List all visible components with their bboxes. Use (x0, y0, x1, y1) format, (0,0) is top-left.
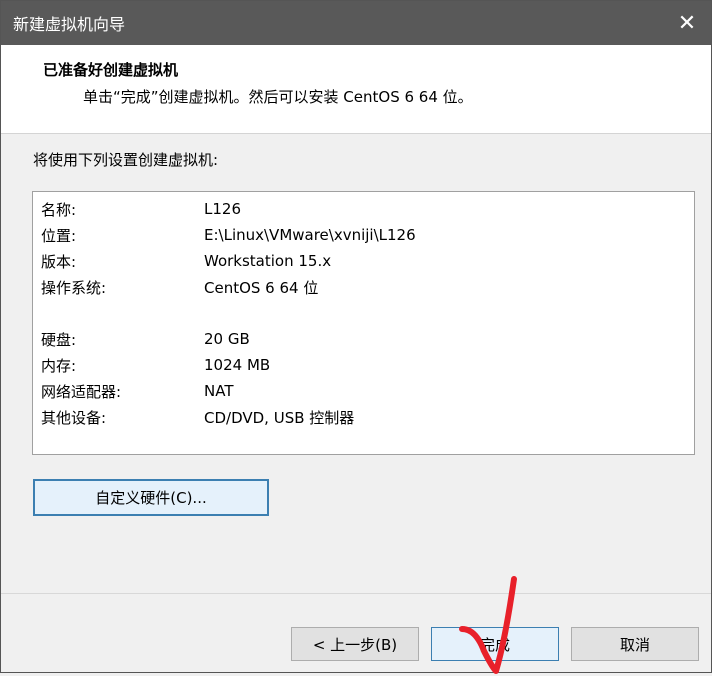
customize-hardware-button[interactable]: 自定义硬件(C)... (33, 479, 269, 516)
wizard-header: 已准备好创建虚拟机 单击“完成”创建虚拟机。然后可以安装 CentOS 6 64… (1, 45, 711, 134)
back-button[interactable]: < 上一步(B) (291, 627, 419, 661)
summary-row-version: 版本: Workstation 15.x (41, 248, 331, 274)
summary-key: 位置: (41, 226, 77, 245)
summary-key: 硬盘: (41, 330, 77, 349)
header-subtitle: 单击“完成”创建虚拟机。然后可以安装 CentOS 6 64 位。 (83, 88, 473, 106)
summary-row-os: 操作系统: CentOS 6 64 位 (41, 274, 318, 300)
summary-row-network: 网络适配器: NAT (41, 378, 233, 404)
summary-value: L126 (204, 200, 241, 218)
summary-value: Workstation 15.x (204, 252, 332, 270)
finish-button[interactable]: 完成 (431, 627, 559, 661)
summary-value: NAT (204, 382, 234, 400)
summary-key: 其他设备: (41, 408, 107, 427)
summary-row-devices: 其他设备: CD/DVD, USB 控制器 (41, 404, 354, 430)
summary-row-location: 位置: E:\Linux\VMware\xvniji\L126 (41, 222, 416, 248)
title-bar: 新建虚拟机向导 ✕ (1, 1, 711, 45)
summary-key: 网络适配器: (41, 382, 122, 401)
summary-row-name: 名称: L126 (41, 196, 241, 222)
summary-value: E:\Linux\VMware\xvniji\L126 (204, 226, 416, 244)
summary-value: 1024 MB (204, 356, 271, 374)
settings-summary-box: 名称: L126 位置: E:\Linux\VMware\xvniji\L126… (32, 191, 695, 455)
summary-key: 名称: (41, 200, 77, 219)
summary-value: CD/DVD, USB 控制器 (204, 408, 355, 427)
summary-value: 20 GB (204, 330, 250, 348)
window-title: 新建虚拟机向导 (13, 15, 126, 34)
header-title: 已准备好创建虚拟机 (43, 61, 179, 79)
footer-divider (1, 593, 711, 594)
summary-row-memory: 内存: 1024 MB (41, 352, 270, 378)
summary-row-disk: 硬盘: 20 GB (41, 326, 250, 352)
new-vm-wizard-window: 新建虚拟机向导 ✕ 已准备好创建虚拟机 单击“完成”创建虚拟机。然后可以安装 C… (0, 0, 712, 674)
summary-value: CentOS 6 64 位 (204, 278, 319, 297)
settings-intro: 将使用下列设置创建虚拟机: (33, 151, 219, 169)
summary-key: 版本: (41, 252, 77, 271)
summary-key: 操作系统: (41, 278, 107, 297)
summary-key: 内存: (41, 356, 77, 375)
cancel-button[interactable]: 取消 (571, 627, 699, 661)
close-icon[interactable]: ✕ (671, 7, 703, 39)
